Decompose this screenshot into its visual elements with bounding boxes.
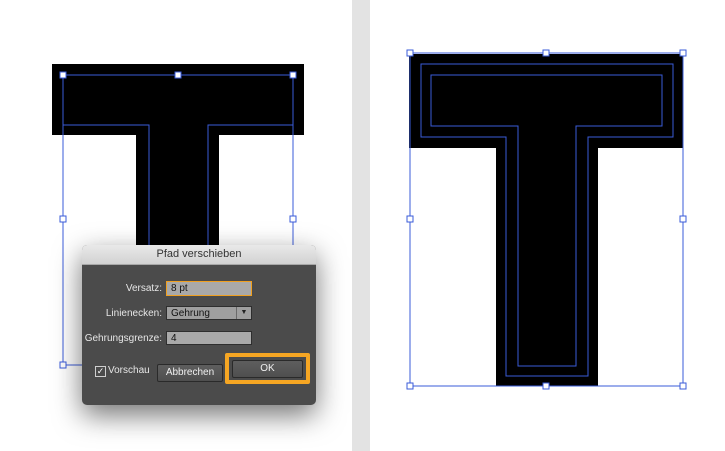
artwork-right: [406, 49, 687, 390]
corners-select[interactable]: Gehrung ▼: [166, 306, 252, 320]
selection-handle[interactable]: [289, 215, 297, 223]
selection-handle[interactable]: [59, 71, 67, 79]
artboard-right: [370, 0, 725, 451]
artboard-left: Pfad verschieben Versatz: 8 pt Linieneck…: [0, 0, 352, 451]
selection-handle[interactable]: [679, 382, 687, 390]
ok-button[interactable]: OK: [232, 360, 303, 378]
selection-handle[interactable]: [542, 49, 550, 57]
dialog-title: Pfad verschieben: [82, 245, 316, 265]
selection-handle[interactable]: [59, 361, 67, 369]
selection-handle[interactable]: [59, 215, 67, 223]
preview-label: Vorschau: [108, 365, 150, 376]
offset-input[interactable]: 8 pt: [166, 281, 252, 296]
cancel-button[interactable]: Abbrechen: [157, 364, 223, 382]
selection-handle[interactable]: [679, 215, 687, 223]
t-shape-offset[interactable]: [409, 54, 683, 386]
selection-handle[interactable]: [679, 49, 687, 57]
selection-handle[interactable]: [289, 71, 297, 79]
selection-handle[interactable]: [174, 71, 182, 79]
selection-handle[interactable]: [406, 382, 414, 390]
panel-divider: [352, 0, 370, 451]
selection-handle[interactable]: [406, 49, 414, 57]
corners-select-value: Gehrung: [171, 308, 210, 319]
selection-handle[interactable]: [406, 215, 414, 223]
miter-limit-label: Gehrungsgrenze:: [84, 333, 162, 344]
checkmark-icon: ✓: [96, 366, 105, 376]
chevron-down-icon: ▼: [236, 307, 251, 319]
offset-path-dialog: Pfad verschieben Versatz: 8 pt Linieneck…: [82, 245, 316, 405]
offset-label: Versatz:: [125, 283, 162, 294]
miter-limit-input[interactable]: 4: [166, 331, 252, 345]
selection-handle[interactable]: [542, 382, 550, 390]
preview-checkbox[interactable]: ✓: [95, 366, 106, 377]
corners-label: Linienecken:: [105, 308, 162, 319]
